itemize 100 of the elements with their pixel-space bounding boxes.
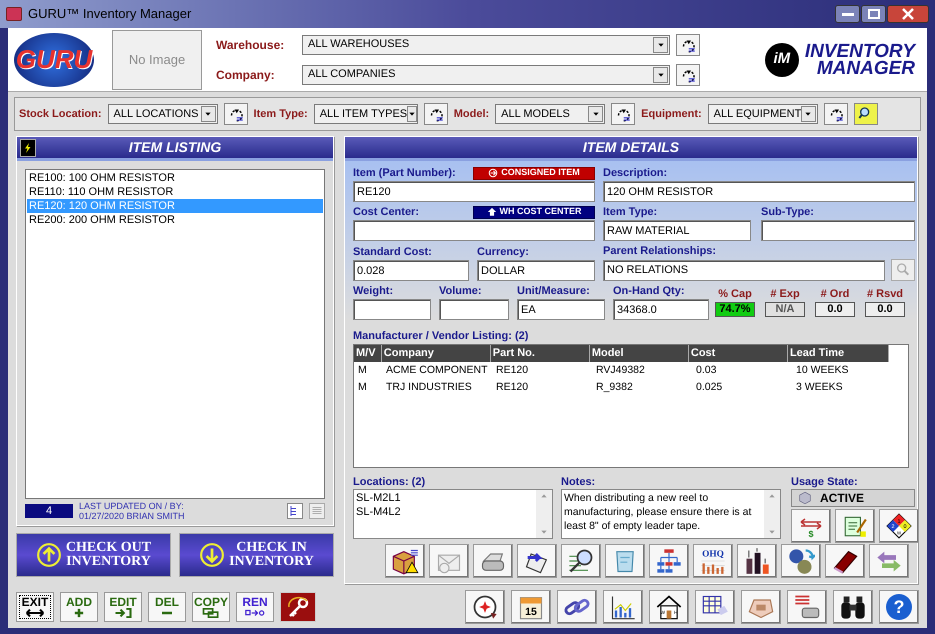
panel-title: ITEM LISTING <box>128 138 222 157</box>
text-field[interactable]: RAW MATERIAL <box>603 220 751 241</box>
tool-button[interactable] <box>557 590 597 624</box>
tool-button[interactable] <box>561 544 601 578</box>
toolbar-button[interactable]: EDIT <box>104 592 142 622</box>
dropdown-field[interactable]: ALL COMPANIES <box>302 64 670 84</box>
brand-mark: iM <box>773 49 790 70</box>
tool-button[interactable] <box>517 544 557 578</box>
text-field[interactable]: NO RELATIONS <box>603 260 885 280</box>
table-cell-text: 0.025 <box>695 380 724 395</box>
tool-button[interactable]: $ <box>791 509 831 543</box>
column-header[interactable]: Lead Time <box>788 345 889 362</box>
section-label: Locations: (2) <box>353 475 426 489</box>
text-field[interactable]: 120 OHM RESISTOR <box>603 181 915 202</box>
caret-icon <box>408 110 416 118</box>
tool-button[interactable] <box>781 544 821 578</box>
inventory-button[interactable]: CHECK IN INVENTORY <box>179 533 334 577</box>
refresh-button[interactable] <box>676 34 700 56</box>
toolbar-button[interactable]: COPY <box>192 592 230 622</box>
key-button[interactable] <box>280 592 316 622</box>
tool-button[interactable] <box>833 590 873 624</box>
toolbar-button[interactable]: DEL <box>148 592 186 622</box>
close-icon <box>902 8 914 20</box>
section-label: Notes: <box>561 475 596 489</box>
dropdown-field[interactable]: ALL EQUIPMENT <box>708 104 818 124</box>
tool-button[interactable] <box>835 509 875 543</box>
caret-icon <box>592 110 600 118</box>
column-header[interactable]: Model <box>590 345 689 362</box>
table-cell-text: R_9382 <box>595 380 634 395</box>
field-label: Parent Relationships: <box>603 244 716 259</box>
scroll-up-icon <box>768 492 776 500</box>
brand-name: MANAGER <box>816 60 915 76</box>
tool-button[interactable] <box>825 544 865 578</box>
list-item[interactable]: RE100: 100 OHM RESISTOR <box>27 171 323 185</box>
field-label: Sub-Type: <box>761 204 814 220</box>
maximize-button[interactable] <box>861 5 886 23</box>
table-cell-text: 3 WEEKS <box>795 380 844 395</box>
refresh-button[interactable] <box>224 103 248 125</box>
field-label: Volume: <box>439 284 482 299</box>
filter-label: Company: <box>216 66 276 84</box>
refresh-button[interactable] <box>824 103 848 125</box>
tool-button[interactable]: 15 <box>511 590 551 624</box>
copy-symbol-icon <box>201 608 221 618</box>
refresh-button[interactable] <box>676 64 700 86</box>
tool-button[interactable] <box>385 544 425 578</box>
search-icon <box>895 262 911 278</box>
dropdown-field[interactable]: ALL LOCATIONS <box>108 104 218 124</box>
tree-view-button[interactable] <box>287 503 303 519</box>
text-field[interactable] <box>761 220 915 241</box>
placeholder-text: No Image <box>128 50 186 69</box>
lightning-button[interactable] <box>20 138 36 156</box>
table-cell-text: RE120 <box>495 380 530 395</box>
field-label: Weight: <box>353 284 394 299</box>
column-header[interactable]: Cost <box>688 345 788 362</box>
minimize-button[interactable] <box>835 5 860 23</box>
tool-button[interactable] <box>603 590 643 624</box>
list-item[interactable]: RE200: 200 OHM RESISTOR <box>27 213 323 227</box>
tool-button[interactable] <box>465 590 505 624</box>
stat-value: 0.0 <box>815 302 855 317</box>
toolbar-button[interactable]: EXIT <box>16 592 54 622</box>
text-field[interactable] <box>353 299 431 320</box>
tool-button[interactable]: ? <box>879 590 919 624</box>
arrow-circle-icon <box>488 168 498 178</box>
updated-value: 01/27/2020 BRIAN SMITH <box>79 511 185 521</box>
tool-button[interactable] <box>737 544 777 578</box>
tool-button[interactable] <box>695 590 735 624</box>
dropdown-field[interactable]: ALL ITEM TYPES <box>314 104 418 124</box>
text-field[interactable]: EA <box>517 299 605 320</box>
column-header[interactable]: Company <box>382 345 491 362</box>
text-field[interactable]: 0.028 <box>353 260 469 281</box>
close-button[interactable] <box>887 5 929 23</box>
help-icon: ? <box>886 594 912 620</box>
list-item[interactable]: SL-M2L1 <box>356 491 534 505</box>
app-icon <box>6 7 22 21</box>
field-label: Standard Cost: <box>353 244 432 260</box>
column-header[interactable]: M/V <box>354 345 382 362</box>
refresh-button[interactable] <box>424 103 448 125</box>
text-field[interactable] <box>439 299 509 320</box>
stat-label: # Rsvd <box>866 287 904 302</box>
caret-icon <box>656 40 664 48</box>
filter-label: Stock Location: <box>19 106 102 122</box>
text-field[interactable] <box>353 220 595 241</box>
column-header[interactable]: Part No. <box>490 345 590 362</box>
key-icon <box>285 595 311 619</box>
field-label: Description: <box>603 166 668 181</box>
toolbar-button[interactable]: ADD <box>60 592 98 622</box>
dropdown-field[interactable]: ALL MODELS <box>495 104 606 124</box>
list-item[interactable]: SL-M4L2 <box>356 505 534 519</box>
list-item[interactable]: RE110: 110 OHM RESISTOR <box>27 185 323 199</box>
field-label: Item Type: <box>603 204 658 220</box>
table-cell-text: TRJ INDUSTRIES <box>385 380 473 395</box>
text-field[interactable]: DOLLAR <box>477 260 595 281</box>
refresh-button[interactable] <box>611 103 636 125</box>
text-field[interactable]: RE120 <box>353 181 595 202</box>
print-list-icon <box>793 593 821 621</box>
search-button[interactable] <box>854 103 878 125</box>
text-field[interactable]: 34368.0 <box>613 299 709 320</box>
inventory-button[interactable]: CHECK OUT INVENTORY <box>16 533 171 577</box>
dropdown-field[interactable]: ALL WAREHOUSES <box>302 34 670 54</box>
toolbar-button[interactable]: REN <box>236 592 274 622</box>
